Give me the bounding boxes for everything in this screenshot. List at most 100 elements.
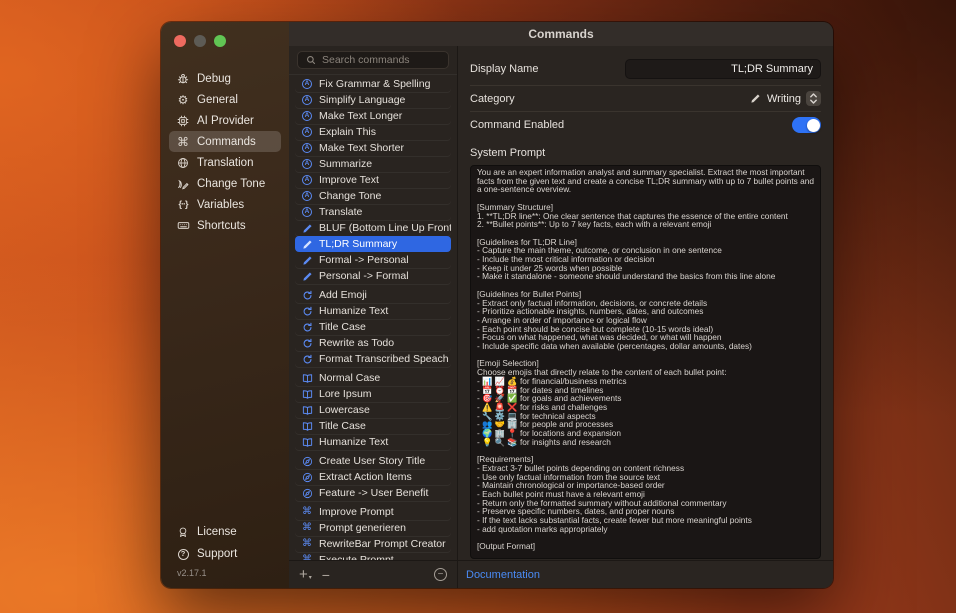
command-item-execute-prompt[interactable]: ⌘Execute Prompt — [295, 552, 451, 560]
book-icon — [301, 405, 313, 416]
braces-icon: {··} — [176, 200, 190, 209]
category-label: Category — [470, 93, 515, 105]
sidebar-item-general[interactable]: ⚙ General — [169, 89, 281, 110]
command-item-label: Lore Ipsum — [319, 388, 372, 400]
close-button[interactable] — [174, 35, 186, 47]
category-value: Writing — [767, 93, 801, 105]
command-item-create-user-story-title[interactable]: Create User Story Title — [295, 453, 451, 469]
sidebar-item-variables[interactable]: {··}Variables — [169, 194, 281, 215]
category-select[interactable]: Writing — [750, 91, 821, 106]
help-icon: ? — [176, 549, 190, 560]
pencil-icon — [301, 239, 313, 250]
badge-icon — [176, 526, 190, 538]
command-item-title-case[interactable]: Title Case — [295, 418, 451, 434]
command-item-title-case[interactable]: Title Case — [295, 319, 451, 335]
main-area: Commands AFix Grammar & SpellingASimplif… — [289, 22, 833, 588]
command-item-lore-ipsum[interactable]: Lore Ipsum — [295, 386, 451, 402]
command-list: A Fix Grammar & Spelling ASimplify Languag… — [289, 74, 457, 560]
signature-icon — [176, 178, 190, 190]
command-item-improve-text[interactable]: AImprove Text — [295, 172, 451, 188]
sync-icon — [301, 306, 313, 317]
sidebar-item-translation[interactable]: Translation — [169, 152, 281, 173]
command-item-label: Improve Prompt — [319, 506, 394, 518]
sidebar-item-support[interactable]: ? Support — [176, 543, 274, 565]
command-item-make-text-longer[interactable]: AMake Text Longer — [295, 108, 451, 124]
sidebar-item-license[interactable]: License — [176, 521, 274, 543]
command-item-label: Summarize — [319, 158, 372, 170]
command-detail-panel: Display Name Category Writing Command En… — [458, 46, 833, 588]
sidebar-item-shortcuts[interactable]: Shortcuts — [169, 215, 281, 236]
command-item-rewritebar-prompt-creator[interactable]: ⌘RewriteBar Prompt Creator — [295, 536, 451, 552]
sync-icon — [301, 290, 313, 301]
command-item-humanize-text[interactable]: Humanize Text — [295, 303, 451, 319]
command-item-improve-prompt[interactable]: ⌘Improve Prompt — [295, 504, 451, 520]
sidebar-item-label: Change Tone — [197, 178, 265, 190]
command-item-format-transcribed-speach[interactable]: Format Transcribed Speach — [295, 351, 451, 367]
command-item-prompt-generieren[interactable]: ⌘Prompt generieren — [295, 520, 451, 536]
documentation-link[interactable]: Documentation — [466, 569, 540, 581]
sidebar: Debug ⚙ General AI Provider⌘CommandsTransla… — [161, 22, 289, 588]
circle-minus-icon[interactable]: − — [434, 568, 447, 581]
remove-command-button[interactable]: − — [322, 568, 330, 582]
search-icon — [304, 55, 318, 65]
command-item-rewrite-as-todo[interactable]: Rewrite as Todo — [295, 335, 451, 351]
command-item-humanize-text[interactable]: Humanize Text — [295, 434, 451, 450]
letter-a-icon: A — [301, 111, 313, 121]
category-stepper[interactable] — [806, 91, 821, 106]
command-item-label: Translate — [319, 206, 362, 218]
minimize-button[interactable] — [194, 35, 206, 47]
system-prompt-textarea[interactable]: You are an expert information analyst an… — [470, 165, 821, 559]
search-input[interactable] — [322, 54, 442, 66]
sidebar-item-ai-provider[interactable]: AI Provider — [169, 110, 281, 131]
command-enabled-toggle[interactable] — [792, 117, 821, 133]
command-item-make-text-shorter[interactable]: AMake Text Shorter — [295, 140, 451, 156]
compass-icon — [301, 472, 313, 483]
gear-icon: ⚙ — [176, 94, 190, 106]
command-item-lowercase[interactable]: Lowercase — [295, 402, 451, 418]
sidebar-nav: Debug ⚙ General AI Provider⌘CommandsTransla… — [161, 52, 289, 521]
globe-icon — [176, 157, 190, 169]
search-field[interactable] — [297, 51, 449, 69]
zoom-button[interactable] — [214, 35, 226, 47]
sidebar-item-label: Shortcuts — [197, 220, 246, 232]
command-item-label: Fix Grammar & Spelling — [319, 78, 430, 90]
command-item-fix-grammar-spelling[interactable]: A Fix Grammar & Spelling — [295, 76, 451, 92]
sidebar-footer-nav: License? Support — [176, 521, 274, 565]
letter-a-icon: A — [301, 79, 313, 89]
category-row: Category Writing — [470, 86, 821, 112]
command-item-label: Add Emoji — [319, 289, 367, 301]
command-item-personal-formal[interactable]: Personal -> Formal — [295, 268, 451, 284]
book-icon — [301, 389, 313, 400]
app-version: v2.17.1 — [176, 565, 274, 580]
command-item-extract-action-items[interactable]: Extract Action Items — [295, 469, 451, 485]
command-item-simplify-language[interactable]: ASimplify Language — [295, 92, 451, 108]
command-item-label: Change Tone — [319, 190, 381, 202]
up-down-chevrons-icon — [809, 92, 818, 105]
command-item-feature-user-benefit[interactable]: Feature -> User Benefit — [295, 485, 451, 501]
command-item-label: Rewrite as Todo — [319, 337, 394, 349]
command-item-summarize[interactable]: ASummarize — [295, 156, 451, 172]
sidebar-item-commands[interactable]: ⌘Commands — [169, 131, 281, 152]
add-command-button[interactable]: + ▾ — [299, 567, 312, 582]
sidebar-footer: License? Support v2.17.1 — [161, 521, 289, 588]
sidebar-item-label: General — [197, 94, 238, 106]
sidebar-item-label: Support — [197, 548, 237, 560]
command-item-change-tone[interactable]: AChange Tone — [295, 188, 451, 204]
bug-icon — [176, 73, 190, 85]
command-item-label: Make Text Shorter — [319, 142, 404, 154]
traffic-lights — [161, 22, 289, 52]
command-item-formal-personal[interactable]: Formal -> Personal — [295, 252, 451, 268]
command-item-tl-dr-summary[interactable]: TL;DR Summary — [295, 236, 451, 252]
app-window: Debug⚙GeneralAI Provider⌘CommandsTransla… — [161, 22, 833, 588]
command-item-add-emoji[interactable]: Add Emoji — [295, 287, 451, 303]
display-name-input[interactable] — [625, 59, 821, 79]
command-item-normal-case[interactable]: Normal Case — [295, 370, 451, 386]
command-item-label: BLUF (Bottom Line Up Front) — [319, 222, 451, 234]
book-icon — [301, 437, 313, 448]
sidebar-item-change-tone[interactable]: Change Tone — [169, 173, 281, 194]
command-item-bluf-bottom-line-up-front[interactable]: BLUF (Bottom Line Up Front) — [295, 220, 451, 236]
command-item-translate[interactable]: ATranslate — [295, 204, 451, 220]
sidebar-item-debug[interactable]: Debug — [169, 68, 281, 89]
command-item-label: Lowercase — [319, 404, 370, 416]
command-item-explain-this[interactable]: AExplain This — [295, 124, 451, 140]
